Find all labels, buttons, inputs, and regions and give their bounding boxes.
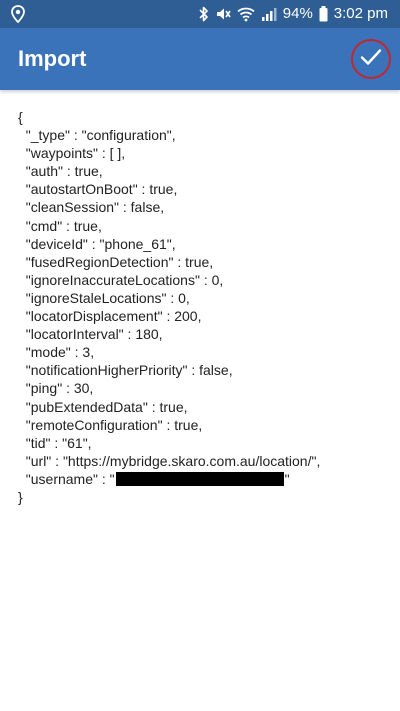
wifi-icon: [237, 6, 255, 22]
mute-icon: [215, 6, 231, 22]
json-line: "tid" : "61",: [18, 434, 92, 451]
json-line: "url" : "https://mybridge.skaro.com.au/l…: [18, 452, 321, 469]
username-key: "username" : ": [18, 470, 115, 487]
page-title: Import: [18, 46, 87, 71]
json-line: "ping" : 30,: [18, 380, 94, 397]
json-line: "cmd" : true,: [18, 217, 102, 234]
json-line: "ignoreInaccurateLocations" : 0,: [18, 271, 224, 288]
json-line: "ignoreStaleLocations" : 0,: [18, 289, 190, 306]
battery-percent: 94%: [282, 5, 313, 22]
json-line: "notificationHigherPriority" : false,: [18, 362, 233, 379]
json-line: "pubExtendedData" : true,: [18, 398, 188, 415]
status-bar: 94% 3:02 pm: [0, 0, 400, 28]
status-time: 3:02 pm: [333, 5, 388, 22]
json-line: "cleanSession" : false,: [18, 199, 165, 216]
signal-icon: [261, 6, 277, 22]
location-icon: [10, 5, 26, 24]
json-line: "auth" : true,: [18, 163, 103, 180]
json-line: "remoteConfiguration" : true,: [18, 416, 203, 433]
json-line: "locatorInterval" : 180,: [18, 326, 163, 343]
json-line: "waypoints" : [ ],: [18, 145, 126, 162]
json-line-username: "username" : " ": [18, 470, 382, 488]
json-line-closing: }: [18, 488, 23, 505]
json-line: "autostartOnBoot" : true,: [18, 181, 178, 198]
app-bar: Import: [0, 28, 400, 90]
json-line: "fusedRegionDetection" : true,: [18, 253, 214, 270]
json-line: "mode" : 3,: [18, 344, 95, 361]
confirm-button[interactable]: [351, 39, 391, 79]
battery-icon: [319, 6, 328, 22]
config-json-view: { "_type" : "configuration", "waypoints"…: [18, 108, 382, 711]
redacted-username: [115, 471, 284, 486]
json-line: {: [18, 109, 23, 125]
json-line: "locatorDisplacement" : 200,: [18, 308, 202, 325]
checkmark-icon: [360, 48, 382, 71]
username-end-quote: ": [284, 470, 290, 487]
json-line: "_type" : "configuration",: [18, 127, 176, 144]
bluetooth-icon: [199, 6, 209, 22]
json-line: "deviceId" : "phone_61",: [18, 235, 176, 252]
